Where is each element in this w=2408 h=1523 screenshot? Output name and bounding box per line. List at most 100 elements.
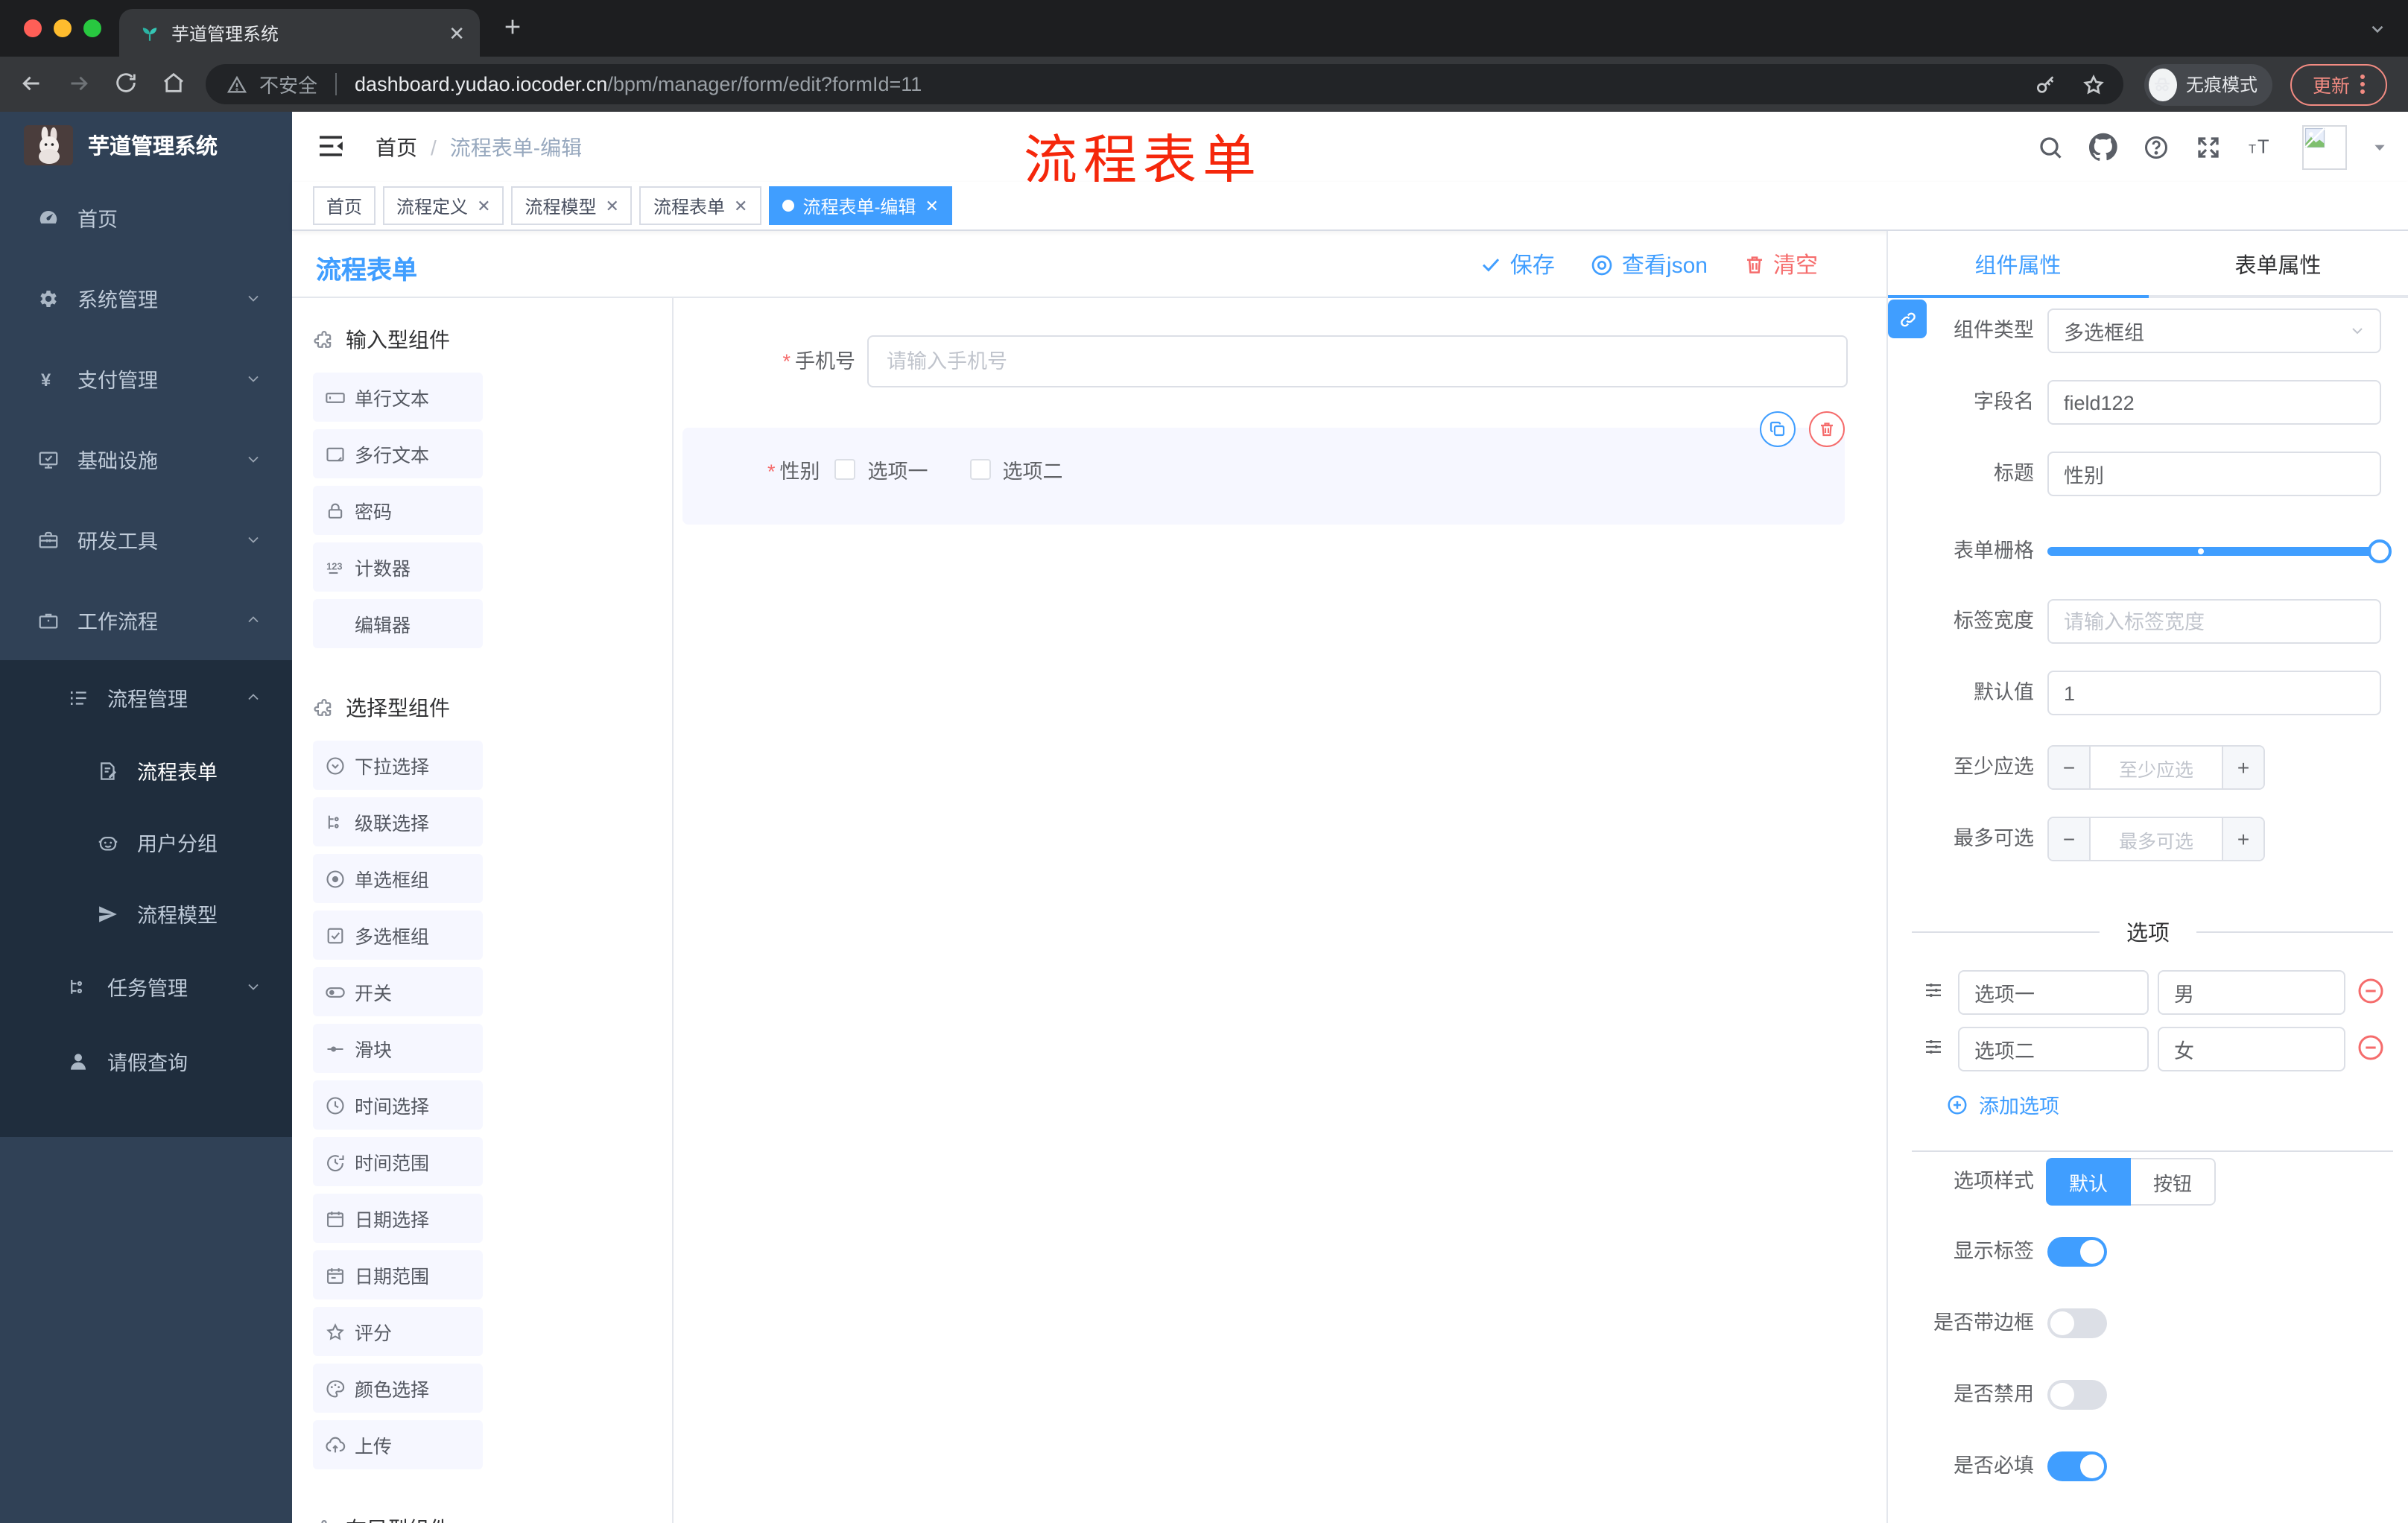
tag-流程定义[interactable]: 流程定义 ✕ [383, 186, 504, 225]
add-option-button[interactable]: 添加选项 [1946, 1089, 2059, 1119]
default-value-input[interactable] [2047, 671, 2381, 715]
palette-item-滑块[interactable]: 滑块 [313, 1024, 483, 1073]
tab-search-chevron-icon[interactable] [2368, 19, 2387, 39]
palette-item-日期范围[interactable]: 日期范围 [313, 1250, 483, 1299]
drag-handle-icon[interactable] [1922, 1036, 1945, 1058]
field-name-input[interactable] [2047, 380, 2381, 425]
tab-component-props[interactable]: 组件属性 [1888, 231, 2148, 298]
sidebar-item-user[interactable]: 请假查询 [0, 1024, 292, 1098]
component-type-select[interactable]: 多选框组 [2047, 308, 2381, 353]
tab-form-props[interactable]: 表单属性 [2148, 231, 2408, 298]
option-name-input[interactable] [1958, 1027, 2149, 1071]
window-zoom-button[interactable] [83, 19, 101, 37]
tag-close-icon[interactable]: ✕ [734, 196, 747, 215]
option-style-按钮[interactable]: 按钮 [2131, 1158, 2216, 1206]
fullscreen-icon[interactable] [2195, 133, 2222, 160]
toggle-switch[interactable] [2047, 1237, 2107, 1267]
min-select-value[interactable]: 至少应选 [2091, 747, 2222, 788]
breadcrumb-home[interactable]: 首页 [376, 132, 417, 162]
avatar-caret-icon[interactable] [2372, 139, 2387, 154]
palette-item-级联选择[interactable]: 级联选择 [313, 797, 483, 846]
font-size-icon[interactable]: TT [2247, 133, 2277, 160]
sidebar-item-robot[interactable]: 用户分组 [0, 806, 292, 878]
copy-component-button[interactable] [1760, 411, 1796, 447]
option-value-input[interactable] [2158, 970, 2345, 1015]
palette-item-时间范围[interactable]: 时间范围 [313, 1137, 483, 1186]
phone-field-input[interactable] [867, 335, 1848, 387]
drag-handle-icon[interactable] [1922, 979, 1945, 1001]
slider-handle[interactable] [2368, 539, 2392, 563]
gender-option-选项二[interactable]: 选项二 [969, 455, 1063, 484]
avatar[interactable] [2302, 124, 2347, 169]
title-input[interactable] [2047, 452, 2381, 496]
window-minimize-button[interactable] [54, 19, 72, 37]
plus-button[interactable]: + [2222, 818, 2263, 860]
toggle-switch[interactable] [2047, 1308, 2107, 1338]
remove-option-icon[interactable] [2356, 1033, 2386, 1063]
option-style-默认[interactable]: 默认 [2046, 1158, 2131, 1206]
tag-close-icon[interactable]: ✕ [606, 196, 619, 215]
security-warning-icon[interactable] [226, 74, 247, 95]
tag-流程表单[interactable]: 流程表单 ✕ [639, 186, 761, 225]
palette-item-日期选择[interactable]: 日期选择 [313, 1194, 483, 1243]
minus-button[interactable]: − [2049, 818, 2091, 860]
sidebar-item-monitor[interactable]: 基础设施 [0, 419, 292, 499]
tag-首页[interactable]: 首页 [313, 186, 376, 225]
tag-close-icon[interactable]: ✕ [477, 196, 490, 215]
browser-menu-dots-icon[interactable] [2360, 75, 2365, 94]
delete-component-button[interactable] [1809, 411, 1845, 447]
url-bar[interactable]: 不安全 dashboard.yudao.iocoder.cn/bpm/manag… [206, 64, 2123, 104]
window-close-button[interactable] [24, 19, 42, 37]
tag-流程模型[interactable]: 流程模型 ✕ [511, 186, 633, 225]
palette-item-计数器[interactable]: 123 计数器 [313, 542, 483, 592]
search-icon[interactable] [2037, 133, 2064, 160]
palette-item-开关[interactable]: 开关 [313, 967, 483, 1016]
new-tab-button[interactable] [501, 15, 525, 39]
palette-item-下拉选择[interactable]: 下拉选择 [313, 741, 483, 790]
label-width-input[interactable] [2047, 599, 2381, 644]
remove-option-icon[interactable] [2356, 976, 2386, 1006]
sidebar-item-plane[interactable]: 流程模型 [0, 878, 292, 949]
github-icon[interactable] [2089, 133, 2117, 161]
sidebar-collapse-icon[interactable] [316, 131, 346, 161]
palette-item-多选框组[interactable]: 多选框组 [313, 911, 483, 960]
palette-item-密码[interactable]: 密码 [313, 486, 483, 535]
view-json-button[interactable]: 查看json [1591, 249, 1708, 280]
plus-button[interactable]: + [2222, 747, 2263, 788]
sidebar-item-gear[interactable]: 系统管理 [0, 258, 292, 338]
palette-item-上传[interactable]: 上传 [313, 1420, 483, 1469]
sidebar-item-yen[interactable]: ¥ 支付管理 [0, 338, 292, 419]
back-icon[interactable] [18, 70, 45, 97]
bookmark-star-icon[interactable] [2082, 72, 2106, 96]
sidebar-item-dashboard[interactable]: 首页 [0, 177, 292, 258]
max-select-value[interactable]: 最多可选 [2091, 818, 2222, 860]
clear-button[interactable]: 清空 [1743, 249, 1818, 280]
save-button[interactable]: 保存 [1480, 249, 1555, 280]
gender-option-选项一[interactable]: 选项一 [834, 455, 928, 484]
toggle-switch[interactable] [2047, 1380, 2107, 1410]
palette-item-颜色选择[interactable]: 颜色选择 [313, 1364, 483, 1413]
sidebar-item-doc-edit[interactable]: 流程表单 [0, 735, 292, 806]
browser-update-button[interactable]: 更新 [2290, 63, 2387, 105]
tag-流程表单-编辑[interactable]: 流程表单-编辑 ✕ [768, 186, 952, 225]
password-key-icon[interactable] [2034, 72, 2058, 96]
browser-tab[interactable]: 芋道管理系统 ✕ [119, 9, 480, 57]
sidebar-item-toolbox[interactable]: 研发工具 [0, 499, 292, 580]
sidebar-item-briefcase[interactable]: 工作流程 [0, 580, 292, 660]
palette-item-时间选择[interactable]: 时间选择 [313, 1080, 483, 1130]
tab-close-icon[interactable]: ✕ [449, 23, 465, 42]
sidebar-item-list[interactable]: 流程管理 [0, 660, 292, 735]
sidebar-item-tree[interactable]: 任务管理 [0, 949, 292, 1024]
tag-close-icon[interactable]: ✕ [925, 196, 938, 215]
palette-item-单选框组[interactable]: 单选框组 [313, 854, 483, 903]
palette-item-评分[interactable]: 评分 [313, 1307, 483, 1356]
help-icon[interactable] [2143, 133, 2170, 160]
palette-item-多行文本[interactable]: 多行文本 [313, 429, 483, 478]
palette-item-单行文本[interactable]: 单行文本 [313, 373, 483, 422]
form-grid-slider[interactable] [2047, 529, 2392, 574]
minus-button[interactable]: − [2049, 747, 2091, 788]
option-name-input[interactable] [1958, 970, 2149, 1015]
reload-icon[interactable] [113, 70, 139, 95]
sidebar-logo[interactable]: 芋道管理系统 [0, 112, 292, 177]
palette-item-编辑器[interactable]: 编辑器 [313, 599, 483, 648]
